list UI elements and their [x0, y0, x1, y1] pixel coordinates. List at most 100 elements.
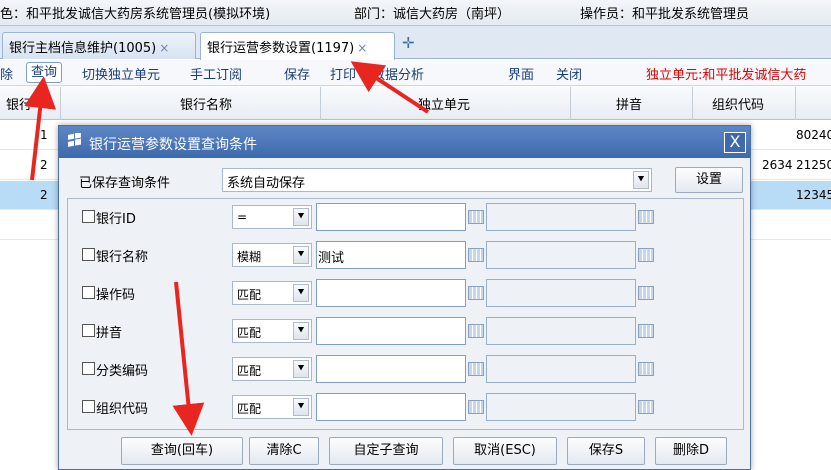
operator-select[interactable]: = ⯆: [232, 205, 312, 229]
cancel-button[interactable]: 取消(ESC): [453, 437, 557, 465]
delete-condition-button[interactable]: 删除D: [655, 437, 727, 465]
grid-header: 银行 银行名称 独立单元 拼音 组织代码: [0, 87, 831, 120]
condition-row-bank-id: 银行ID = ⯆: [68, 203, 743, 231]
query-enter-button[interactable]: 查询(回车): [121, 437, 243, 465]
column-header[interactable]: 银行名称: [180, 94, 232, 113]
value-input-from[interactable]: 测试: [316, 241, 466, 269]
manual-order-button[interactable]: 手工订阅: [190, 64, 242, 83]
add-tab-icon[interactable]: ✛: [402, 34, 415, 52]
condition-row-op-code: 操作码 匹配 ⯆: [68, 279, 743, 307]
data-analysis-button[interactable]: 数据分析: [372, 64, 424, 83]
calendar-icon[interactable]: [638, 210, 654, 224]
column-header[interactable]: 独立单元: [418, 94, 470, 113]
column-header[interactable]: 拼音: [616, 94, 642, 113]
saved-query-row: 已保存查询条件 系统自动保存 ⯆ 设置: [67, 166, 744, 194]
column-divider: [60, 87, 61, 120]
dropdown-arrow-icon[interactable]: ⯆: [633, 171, 649, 189]
value-input-to[interactable]: [486, 279, 636, 307]
column-header[interactable]: 组织代码: [712, 94, 764, 113]
column-divider: [692, 87, 693, 120]
calendar-icon[interactable]: [638, 362, 654, 376]
operator-value: 匹配: [237, 326, 262, 340]
operator-select[interactable]: 匹配 ⯆: [232, 319, 312, 343]
calendar-icon[interactable]: [638, 248, 654, 262]
calendar-icon[interactable]: [468, 362, 484, 376]
saved-query-label: 已保存查询条件: [79, 176, 171, 191]
operator-value: 匹配: [237, 402, 262, 416]
value-input-from[interactable]: [316, 203, 466, 231]
system-user-text: 色：和平批发诚信大药房系统管理员(模拟环境): [0, 7, 271, 22]
custom-query-button[interactable]: 自定子查询: [329, 437, 443, 465]
operator-select[interactable]: 模糊 ⯆: [232, 243, 312, 267]
window-icon: [68, 133, 81, 147]
condition-label: 银行名称: [96, 250, 149, 265]
tab-bank-master[interactable]: 银行主档信息维护(1005) ×: [2, 32, 196, 59]
operator-select[interactable]: 匹配 ⯆: [232, 395, 312, 419]
table-cell: 12345: [796, 188, 831, 202]
saved-query-select[interactable]: 系统自动保存 ⯆: [222, 168, 652, 192]
condition-checkbox[interactable]: [82, 362, 95, 375]
delete-button[interactable]: 除: [0, 64, 13, 83]
condition-label: 拼音: [96, 326, 123, 341]
calendar-icon[interactable]: [638, 324, 654, 338]
tab-bar: 银行主档信息维护(1005) × 银行运营参数设置(1197) × ✛: [0, 26, 831, 60]
interface-button[interactable]: 界面: [508, 64, 534, 83]
query-button[interactable]: 查询: [26, 62, 63, 83]
value-input-to[interactable]: [486, 241, 636, 269]
dropdown-arrow-icon[interactable]: ⯆: [293, 246, 309, 264]
condition-checkbox[interactable]: [82, 210, 95, 223]
dropdown-arrow-icon[interactable]: ⯆: [293, 208, 309, 226]
calendar-icon[interactable]: [468, 248, 484, 262]
clear-button[interactable]: 清除C: [249, 437, 319, 465]
dropdown-arrow-icon[interactable]: ⯆: [293, 284, 309, 302]
calendar-icon[interactable]: [468, 210, 484, 224]
close-button[interactable]: 关闭: [556, 64, 582, 83]
value-input-to[interactable]: [486, 393, 636, 421]
dropdown-arrow-icon[interactable]: ⯆: [293, 322, 309, 340]
condition-checkbox[interactable]: [82, 400, 95, 413]
close-icon[interactable]: X: [724, 132, 746, 153]
operator-select[interactable]: 匹配 ⯆: [232, 357, 312, 381]
condition-checkbox[interactable]: [82, 248, 95, 261]
condition-label: 分类编码: [96, 364, 149, 379]
calendar-icon[interactable]: [468, 324, 484, 338]
close-icon[interactable]: ×: [159, 41, 169, 55]
column-divider: [570, 87, 571, 120]
calendar-icon[interactable]: [468, 400, 484, 414]
switch-unit-button[interactable]: 切换独立单元: [82, 64, 160, 83]
department-text: 部门：诚信大药房（南坪）: [354, 7, 511, 22]
value-input-from[interactable]: [316, 355, 466, 383]
save-condition-button[interactable]: 保存S: [567, 437, 645, 465]
value-input-from[interactable]: [316, 393, 466, 421]
condition-row-pinyin: 拼音 匹配 ⯆: [68, 317, 743, 345]
value-input-to[interactable]: [486, 355, 636, 383]
dialog-title-bar[interactable]: 银行运营参数设置查询条件 X: [59, 126, 750, 158]
tab-bank-params[interactable]: 银行运营参数设置(1197) ×: [200, 32, 395, 60]
print-button[interactable]: 打印: [330, 64, 356, 83]
input-value: 测试: [318, 251, 345, 266]
condition-checkbox[interactable]: [82, 324, 95, 337]
dropdown-arrow-icon[interactable]: ⯆: [293, 360, 309, 378]
table-cell: 2634: [762, 158, 793, 172]
settings-button[interactable]: 设置: [675, 167, 743, 193]
table-cell: 80240: [796, 128, 831, 142]
value-input-to[interactable]: [486, 317, 636, 345]
close-icon[interactable]: ×: [357, 41, 367, 55]
calendar-icon[interactable]: [638, 286, 654, 300]
save-button[interactable]: 保存: [284, 64, 310, 83]
column-header[interactable]: 银行: [6, 94, 32, 113]
value-input-from[interactable]: [316, 279, 466, 307]
operator-value: 模糊: [237, 250, 262, 264]
calendar-icon[interactable]: [638, 400, 654, 414]
calendar-icon[interactable]: [468, 286, 484, 300]
condition-row-org-code: 组织代码 匹配 ⯆: [68, 393, 743, 421]
toolbar: 除 查询 切换独立单元 手工订阅 保存 打印 数据分析 界面 关闭 独立单元:和…: [0, 60, 831, 86]
tab-label: 银行主档信息维护(1005): [9, 41, 157, 56]
table-cell: 21250: [796, 158, 831, 172]
condition-checkbox[interactable]: [82, 286, 95, 299]
value-input-to[interactable]: [486, 203, 636, 231]
condition-label: 银行ID: [96, 212, 136, 227]
operator-select[interactable]: 匹配 ⯆: [232, 281, 312, 305]
dropdown-arrow-icon[interactable]: ⯆: [293, 398, 309, 416]
value-input-from[interactable]: [316, 317, 466, 345]
